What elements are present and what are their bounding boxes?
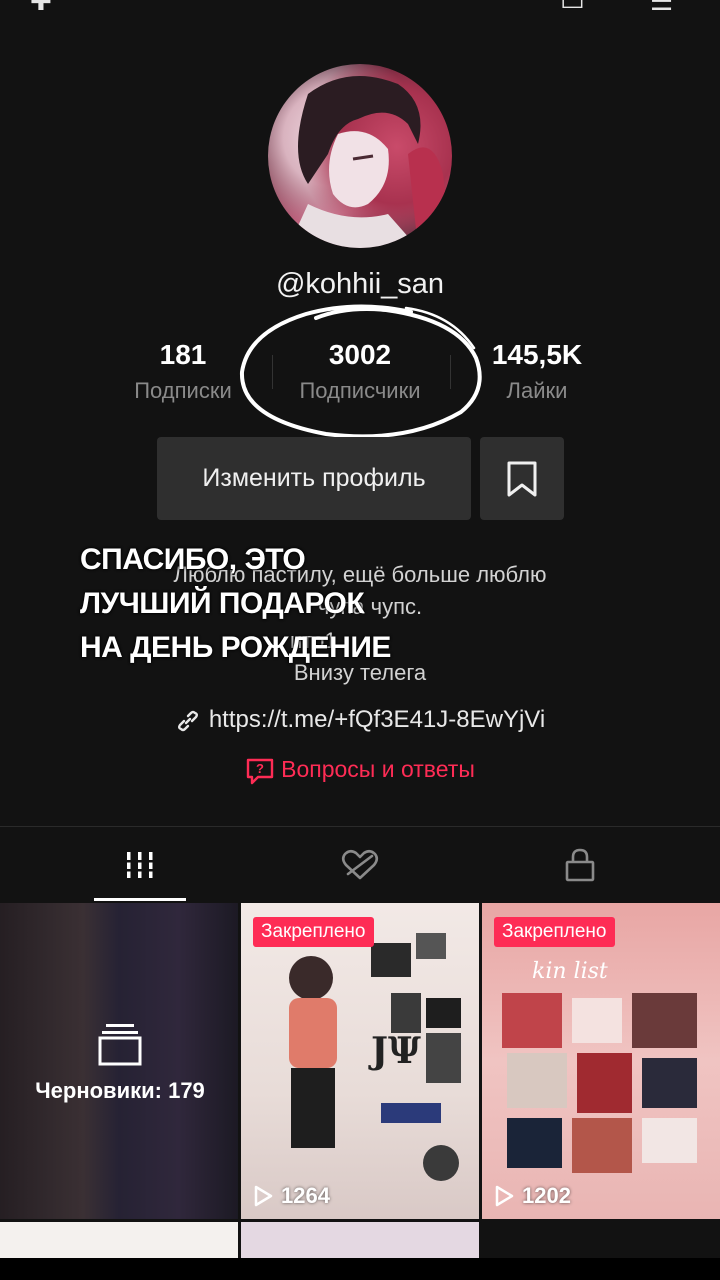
view-count: 1202 <box>494 1183 571 1209</box>
username: @kohhii_san <box>275 268 445 300</box>
video-tile-1[interactable]: JΨ Закреплено 1264 <box>241 903 479 1219</box>
svg-text:kin list: kin list <box>532 959 608 984</box>
liked-hidden-icon <box>341 849 379 880</box>
bookmark-icon <box>507 461 537 496</box>
overlay-caption: СПАСИБО, ЭТО ЛУЧШИЙ ПОДАРОК НА ДЕНЬ РОЖД… <box>80 538 391 670</box>
view-count-text: 1264 <box>281 1183 330 1208</box>
active-tab-indicator <box>94 898 186 901</box>
qa-link[interactable]: ? Вопросы и ответы <box>0 756 720 786</box>
video-tile-4[interactable] <box>241 1222 479 1262</box>
hand-drawn-circle <box>239 304 482 439</box>
drafts-label: Черновики: 179 <box>35 1078 205 1103</box>
qa-label: Вопросы и ответы <box>281 756 475 783</box>
tools-icon[interactable]: ▭ <box>560 0 585 14</box>
video-thumbnail: kin list <box>502 959 697 1173</box>
view-count-text: 1202 <box>522 1183 571 1208</box>
overlay-line: СПАСИБО, ЭТО <box>80 543 306 576</box>
tab-liked[interactable] <box>240 830 480 900</box>
video-thumbnail: JΨ <box>289 933 461 1181</box>
grid-icon <box>124 852 156 878</box>
drafts-icon <box>98 1024 142 1066</box>
overlay-line: ЛУЧШИЙ ПОДАРОК <box>80 587 365 620</box>
pinned-badge: Закреплено <box>494 917 615 947</box>
video-tile-2[interactable]: kin list Закреплено 1202 <box>482 903 720 1219</box>
top-bar: ✚ ▭ ☰ <box>0 0 720 20</box>
tab-videos[interactable] <box>20 830 260 900</box>
menu-icon[interactable]: ☰ <box>650 0 673 14</box>
tabs-divider <box>0 826 720 827</box>
add-user-icon[interactable]: ✚ <box>30 0 52 14</box>
play-icon <box>254 1185 273 1207</box>
favorites-button[interactable] <box>480 437 564 520</box>
pinned-badge: Закреплено <box>253 917 374 947</box>
question-answer-icon: ? <box>246 758 274 785</box>
tab-private[interactable] <box>460 830 700 900</box>
link-text: https://t.me/+fQf3E41J-8EwYjVi <box>208 706 546 733</box>
svg-text:?: ? <box>256 761 264 776</box>
link-icon <box>177 710 198 731</box>
svg-text:JΨ: JΨ <box>368 1030 421 1072</box>
profile-link[interactable]: https://t.me/+fQf3E41J-8EwYjVi <box>0 706 720 734</box>
edit-profile-button[interactable]: Изменить профиль <box>157 437 471 520</box>
lock-icon <box>565 848 595 882</box>
video-tile-3[interactable] <box>0 1222 238 1262</box>
play-icon <box>495 1185 514 1207</box>
bottom-nav <box>0 1258 720 1280</box>
view-count: 1264 <box>253 1183 330 1209</box>
overlay-line: НА ДЕНЬ РОЖДЕНИЕ <box>80 631 391 664</box>
avatar[interactable] <box>268 64 452 248</box>
